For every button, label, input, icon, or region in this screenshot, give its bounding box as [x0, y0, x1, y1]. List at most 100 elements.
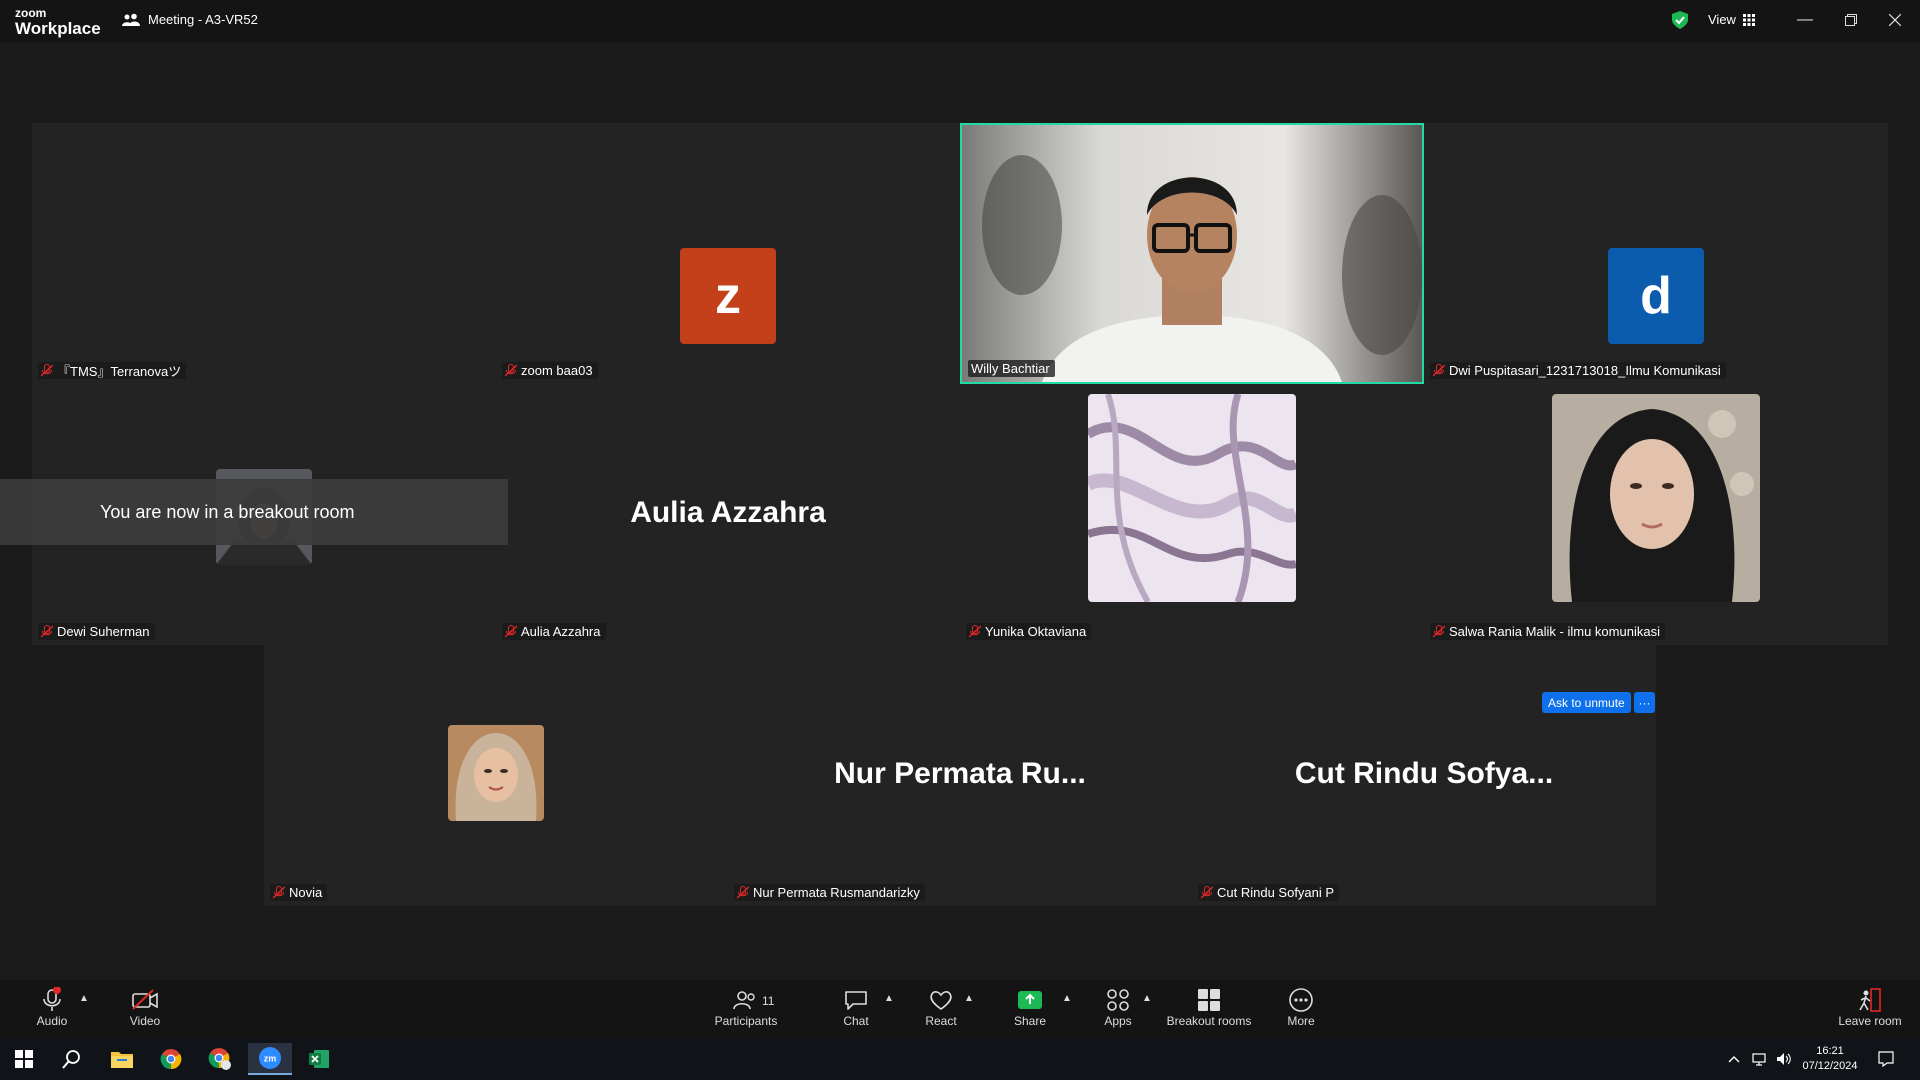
excel-icon[interactable] [297, 1043, 341, 1075]
participant-tile[interactable]: Novia [264, 645, 728, 906]
video-button[interactable]: Video [128, 986, 162, 1028]
name-tag: Dwi Puspitasari_1231713018_Ilmu Komunika… [1430, 362, 1726, 379]
audio-button[interactable]: Audio [36, 986, 68, 1028]
avatar: d [1608, 248, 1704, 344]
react-button[interactable]: React [924, 986, 958, 1028]
meeting-people-icon [122, 13, 140, 26]
meeting-title[interactable]: Meeting - A3-VR52 [122, 12, 258, 27]
participant-name: Salwa Rania Malik - ilmu komunikasi [1449, 624, 1660, 639]
restore-icon[interactable] [1836, 8, 1866, 32]
audio-options-chevron-icon[interactable]: ▲ [79, 993, 89, 1004]
mic-muted-icon [1433, 625, 1445, 638]
meeting-title-text: Meeting - A3-VR52 [148, 12, 258, 27]
name-tag: zoom baa03 [502, 362, 598, 379]
video-label: Video [129, 1014, 161, 1028]
network-icon[interactable] [1748, 1043, 1772, 1075]
avatar [1088, 394, 1296, 602]
display-name: Aulia Azzahra [630, 496, 826, 529]
chat-button[interactable]: Chat [841, 986, 871, 1028]
avatar [448, 725, 544, 821]
apps-button[interactable]: Apps [1103, 986, 1133, 1028]
minimize-icon[interactable]: — [1790, 8, 1820, 32]
breakout-rooms-icon [1197, 986, 1221, 1014]
share-options-chevron-icon[interactable]: ▲ [1062, 993, 1072, 1004]
gallery-stage: 『TMS』Terranovaツ z zoom baa03 Willy Bacht [0, 42, 1920, 980]
share-screen-icon [1017, 986, 1043, 1014]
apps-label: Apps [1104, 1014, 1132, 1028]
chat-label: Chat [843, 1014, 869, 1028]
name-tag: Cut Rindu Sofyani P [1198, 884, 1340, 901]
more-label: More [1287, 1014, 1315, 1028]
apps-options-chevron-icon[interactable]: ▲ [1142, 993, 1152, 1004]
mic-muted-icon [505, 364, 517, 377]
more-button[interactable]: More [1286, 986, 1316, 1028]
zoom-app-icon[interactable]: zm [248, 1043, 292, 1075]
name-tag: Dewi Suherman [38, 623, 155, 640]
name-tag: Novia [270, 884, 328, 901]
chrome-icon[interactable] [149, 1043, 193, 1075]
participant-name: Novia [289, 885, 323, 900]
participant-name: Dewi Suherman [57, 624, 150, 639]
name-tag: Yunika Oktaviana [966, 623, 1092, 640]
participant-tile[interactable]: Salwa Rania Malik - ilmu komunikasi [1424, 384, 1888, 645]
heart-icon [929, 986, 953, 1014]
participant-tile[interactable]: 『TMS』Terranovaツ [32, 123, 496, 384]
participant-tile[interactable]: Cut Rindu Sofya... Cut Rindu Sofyani P [1192, 645, 1656, 906]
chat-icon [844, 986, 868, 1014]
participant-name: 『TMS』Terranovaツ [57, 364, 182, 379]
tray-chevron-up-icon[interactable] [1722, 1043, 1746, 1075]
chrome-profile-icon[interactable] [198, 1043, 242, 1075]
clock-date: 07/12/2024 [1802, 1060, 1858, 1072]
participant-tile[interactable]: Yunika Oktaviana [960, 384, 1424, 645]
participant-tile[interactable]: d Dwi Puspitasari_1231713018_Ilmu Komuni… [1424, 123, 1888, 384]
mic-muted-icon [41, 625, 53, 638]
name-tag: Salwa Rania Malik - ilmu komunikasi [1430, 623, 1665, 640]
logo-line2: Workplace [15, 19, 101, 38]
participant-name: Yunika Oktaviana [985, 624, 1087, 639]
mic-muted-icon [273, 886, 285, 899]
more-icon [1288, 986, 1314, 1014]
system-clock[interactable]: 16:21 07/12/2024 [1800, 1044, 1860, 1074]
participant-name: Aulia Azzahra [521, 624, 601, 639]
participant-name: Willy Bachtiar [971, 361, 1050, 376]
avatar: z [680, 248, 776, 344]
leave-room-button[interactable]: Leave room [1838, 986, 1902, 1028]
video-off-icon [131, 986, 159, 1014]
participant-tile[interactable]: z zoom baa03 [496, 123, 960, 384]
toast-text: You are now in a breakout room [100, 501, 355, 522]
view-button[interactable]: View [1708, 12, 1755, 27]
encryption-shield-icon[interactable] [1672, 11, 1688, 34]
mic-muted-icon [505, 625, 517, 638]
name-tag: Nur Permata Rusmandarizky [734, 884, 925, 901]
participant-name: Dwi Puspitasari_1231713018_Ilmu Komunika… [1449, 363, 1721, 378]
participant-name: Cut Rindu Sofyani P [1217, 885, 1335, 900]
react-options-chevron-icon[interactable]: ▲ [964, 993, 974, 1004]
more-options-button[interactable]: ··· [1634, 692, 1655, 713]
search-icon[interactable] [50, 1043, 94, 1075]
chat-options-chevron-icon[interactable]: ▲ [884, 993, 894, 1004]
svg-text:zm: zm [264, 1054, 277, 1064]
file-explorer-icon[interactable] [100, 1043, 144, 1075]
mic-muted-icon [737, 886, 749, 899]
notification-center-icon[interactable] [1868, 1043, 1904, 1075]
mic-muted-icon [1433, 364, 1445, 377]
volume-icon[interactable] [1772, 1043, 1796, 1075]
participant-tile[interactable]: Aulia Azzahra Aulia Azzahra [496, 384, 960, 645]
mic-muted-icon [41, 364, 53, 377]
microphone-icon [41, 986, 63, 1014]
participant-tile[interactable]: Nur Permata Ru... Nur Permata Rusmandari… [728, 645, 1192, 906]
meeting-toolbar: Audio ▲ Video Participants 11 Chat ▲ Rea… [0, 980, 1920, 1038]
share-button[interactable]: Share [1013, 986, 1047, 1028]
close-icon[interactable] [1880, 8, 1910, 32]
clock-time: 16:21 [1816, 1045, 1844, 1057]
leave-room-icon [1857, 986, 1883, 1014]
name-tag: Aulia Azzahra [502, 623, 606, 640]
windows-start-icon[interactable] [2, 1043, 46, 1075]
participant-name: Nur Permata Rusmandarizky [753, 885, 920, 900]
ask-to-unmute-button[interactable]: Ask to unmute [1542, 692, 1631, 713]
mic-muted-icon [969, 625, 981, 638]
active-speaker-tile[interactable]: Willy Bachtiar [960, 123, 1424, 384]
breakout-rooms-button[interactable]: Breakout rooms [1166, 986, 1252, 1028]
name-tag: 『TMS』Terranovaツ [38, 362, 187, 379]
view-label: View [1708, 12, 1736, 27]
